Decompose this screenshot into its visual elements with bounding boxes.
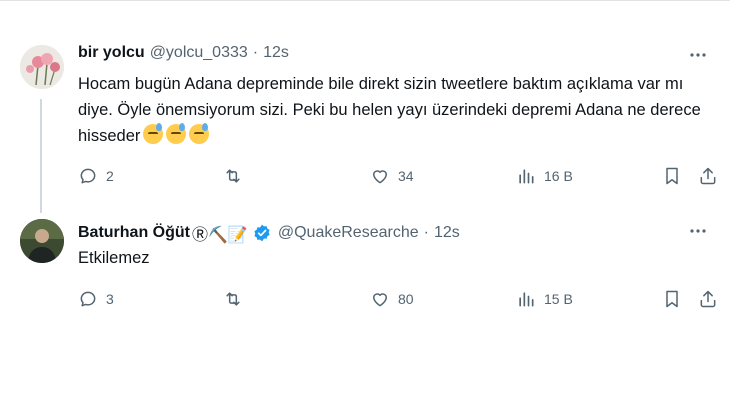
share-icon (700, 167, 716, 185)
reply-count: 3 (106, 291, 114, 307)
views-button[interactable]: 15 B (516, 289, 573, 309)
reply-button[interactable]: 2 (78, 166, 114, 186)
view-count: 15 B (544, 291, 573, 307)
like-button[interactable]: 80 (370, 289, 414, 309)
bookmark-button[interactable] (662, 166, 690, 186)
like-count: 80 (398, 291, 414, 307)
reply-button[interactable]: 3 (78, 289, 114, 309)
retweet-button[interactable] (223, 166, 251, 186)
downcast-sweat-emoji-icon (189, 123, 210, 144)
bookmark-button[interactable] (662, 289, 690, 309)
downcast-sweat-emoji-icon (166, 123, 187, 144)
timestamp[interactable]: 12s (434, 224, 460, 242)
share-button[interactable] (698, 289, 726, 309)
views-icon (519, 169, 534, 184)
more-icon[interactable] (688, 221, 708, 241)
tweet-header: bir yolcu @yolcu_0333 · 12s (78, 44, 289, 62)
verified-badge-icon[interactable] (252, 223, 272, 243)
like-button[interactable]: 34 (370, 166, 414, 186)
avatar[interactable] (20, 219, 64, 263)
thread-line (40, 99, 42, 213)
tweet-text: Hocam bugün Adana depreminde bile direkt… (78, 71, 708, 149)
display-name[interactable]: Baturhan Öğüt (78, 224, 190, 242)
separator: · (423, 224, 429, 241)
handle[interactable]: @yolcu_0333 (150, 44, 248, 62)
share-icon (700, 290, 716, 308)
more-icon[interactable] (688, 45, 708, 65)
handle[interactable]: @QuakeResearche (278, 224, 419, 242)
timestamp[interactable]: 12s (263, 44, 289, 62)
like-icon (373, 170, 387, 184)
reply-count: 2 (106, 168, 114, 184)
bookmark-icon (666, 167, 678, 185)
separator: · (252, 44, 259, 61)
tweet-actions: 3 80 15 B (78, 289, 718, 313)
views-button[interactable]: 16 B (516, 166, 573, 186)
reply-icon (80, 291, 96, 307)
name-emoji-suffix: Ⓡ⛏️📝 (192, 227, 248, 244)
tweet-header: Baturhan Öğüt Ⓡ⛏️📝 @QuakeResearche · 12s (78, 221, 460, 245)
like-icon (373, 293, 387, 307)
tweet-text-content: Etkilemez (78, 249, 150, 267)
retweet-icon (226, 169, 240, 183)
bookmark-icon (666, 290, 678, 308)
reply-icon (80, 168, 96, 184)
avatar[interactable] (20, 45, 64, 89)
view-count: 16 B (544, 168, 573, 184)
share-button[interactable] (698, 166, 726, 186)
retweet-button[interactable] (223, 289, 251, 309)
tweet-actions: 2 34 16 B (78, 166, 718, 190)
tweet-text: Etkilemez (78, 245, 708, 271)
display-name[interactable]: bir yolcu (78, 44, 145, 62)
downcast-sweat-emoji-icon (143, 123, 164, 144)
views-icon (519, 292, 534, 307)
retweet-icon (226, 292, 240, 306)
like-count: 34 (398, 168, 414, 184)
